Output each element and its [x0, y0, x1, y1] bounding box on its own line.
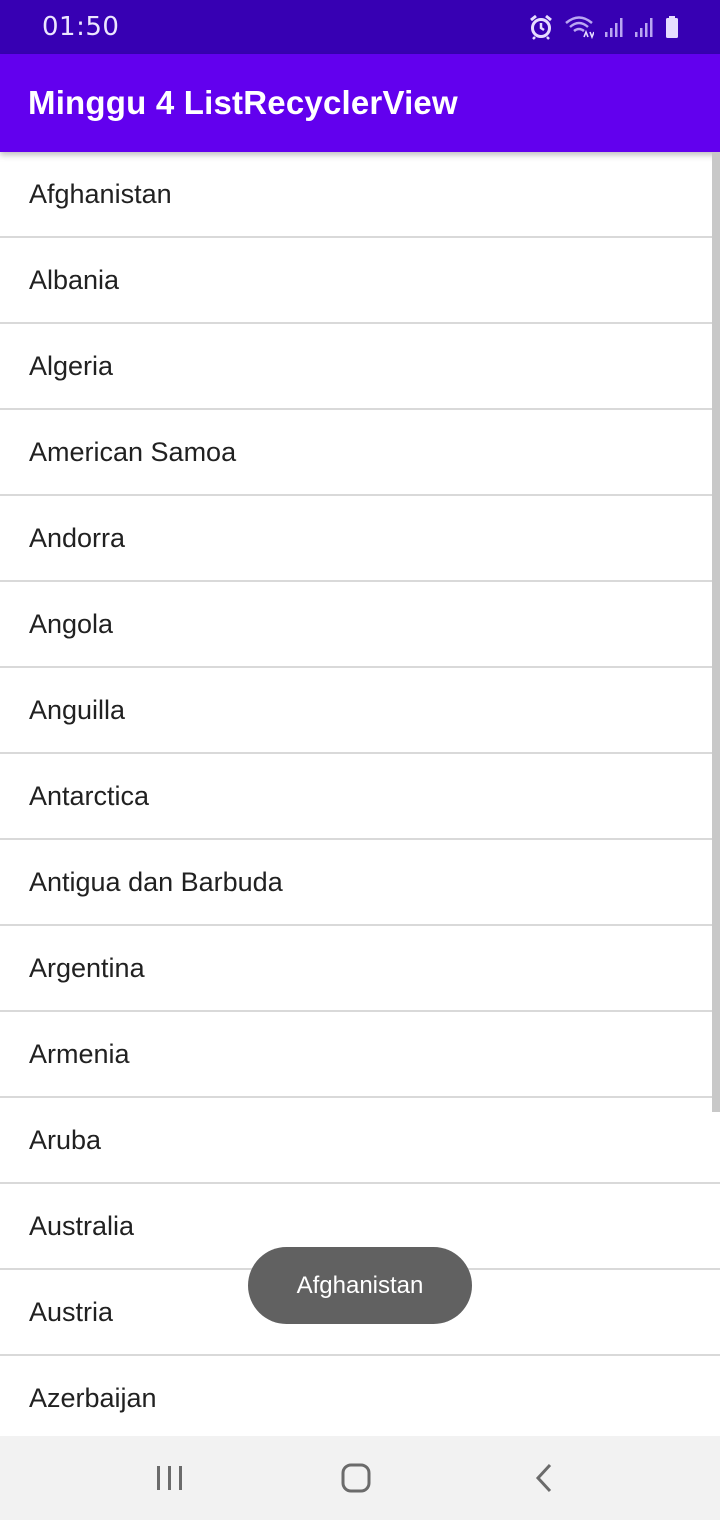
list-item[interactable]: Albania [0, 238, 720, 324]
list-item-label: Armenia [29, 1039, 130, 1069]
back-icon[interactable] [522, 1458, 566, 1498]
navigation-bar [0, 1436, 720, 1520]
list-item[interactable]: Afghanistan [0, 152, 720, 238]
status-icons [528, 12, 680, 42]
alarm-icon [528, 14, 554, 40]
wifi-icon [564, 15, 594, 39]
list-item[interactable]: Armenia [0, 1012, 720, 1098]
country-list[interactable]: Afghanistan Albania Algeria American Sam… [0, 152, 720, 1436]
list-item-label: Algeria [29, 351, 114, 381]
battery-icon [664, 15, 680, 39]
signal-icon [634, 16, 654, 38]
list-item[interactable]: Andorra [0, 496, 720, 582]
list-item[interactable]: Antarctica [0, 754, 720, 840]
list-item[interactable]: Argentina [0, 926, 720, 1012]
list-item[interactable]: American Samoa [0, 410, 720, 496]
status-time: 01:50 [42, 12, 120, 42]
list-item-label: Argentina [29, 953, 145, 983]
list-item-label: Antigua dan Barbuda [29, 867, 283, 897]
list-item-label: Angola [29, 609, 114, 639]
list-item-label: American Samoa [29, 437, 237, 467]
list-item[interactable]: Anguilla [0, 668, 720, 754]
list-item-label: Austria [29, 1297, 114, 1327]
toast-message: Afghanistan [248, 1247, 472, 1324]
scrollbar[interactable] [712, 152, 720, 1112]
list-item-label: Azerbaijan [29, 1383, 157, 1413]
list-item-label: Aruba [29, 1125, 102, 1155]
list-item[interactable]: Algeria [0, 324, 720, 410]
status-bar: 01:50 [0, 0, 720, 54]
list-item-label: Antarctica [29, 781, 150, 811]
list-item[interactable]: Angola [0, 582, 720, 668]
app-title: Minggu 4 ListRecyclerView [28, 84, 458, 121]
list-item-label: Andorra [29, 523, 126, 553]
recent-apps-icon[interactable] [148, 1458, 192, 1498]
list-item-label: Albania [29, 265, 120, 295]
list-item[interactable]: Antigua dan Barbuda [0, 840, 720, 926]
app-bar: Minggu 4 ListRecyclerView [0, 54, 720, 152]
list-item-label: Australia [29, 1211, 135, 1241]
list-item-label: Anguilla [29, 695, 126, 725]
list-item[interactable]: Aruba [0, 1098, 720, 1184]
list-item[interactable]: Azerbaijan [0, 1356, 720, 1436]
home-icon[interactable] [334, 1458, 378, 1498]
signal-icon [604, 16, 624, 38]
list-item-label: Afghanistan [29, 179, 172, 209]
